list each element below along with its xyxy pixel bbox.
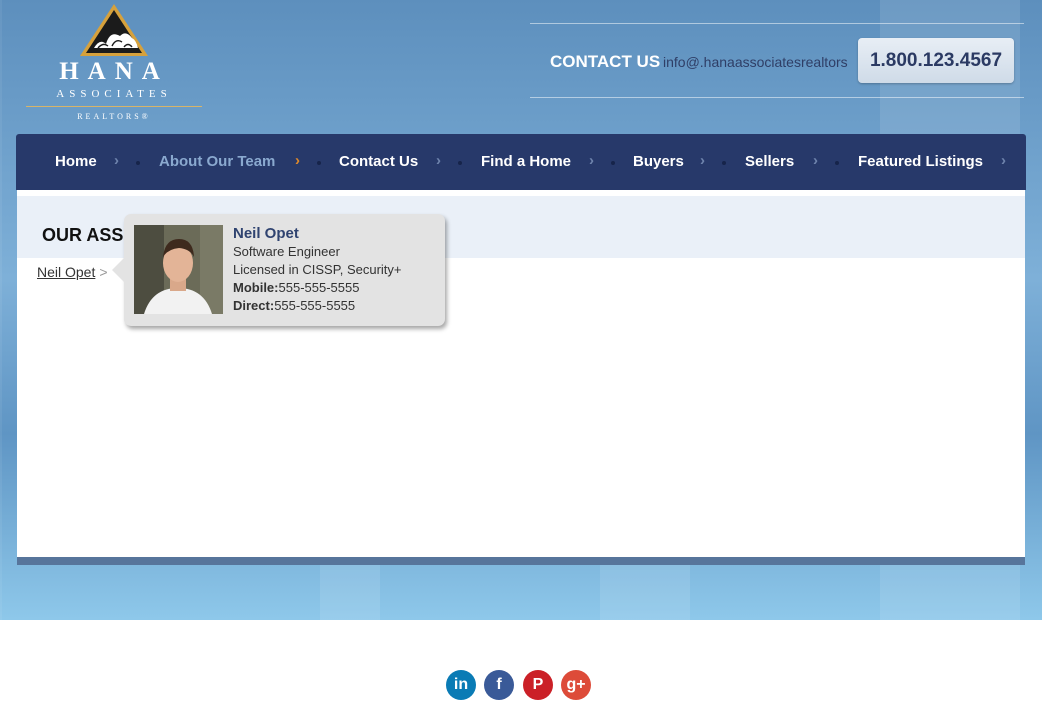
nav-separator-dot	[136, 161, 140, 165]
contact-us-label: CONTACT US	[550, 52, 661, 71]
nav-separator-dot	[317, 161, 321, 165]
profile-license: Licensed in CISSP, Security+	[233, 262, 402, 277]
contact-email-link[interactable]: info@.hanaassociatesrealtors	[663, 54, 848, 70]
profile-mobile: Mobile:555-555-5555	[233, 279, 402, 297]
mobile-label: Mobile:	[233, 280, 279, 295]
direct-number: 555-555-5555	[274, 298, 356, 313]
contact-divider-top	[530, 23, 1024, 24]
nav-item-find-a-home[interactable]: Find a Home	[481, 153, 571, 170]
chevron-right-icon: ›	[589, 152, 594, 169]
google-plus-glyph: g+	[566, 676, 586, 693]
nav-separator-dot	[835, 161, 839, 165]
profile-direct: Direct:555-555-5555	[233, 297, 402, 315]
chevron-right-icon: ›	[700, 152, 705, 169]
facebook-glyph: f	[496, 676, 502, 693]
chevron-right-icon: ›	[295, 152, 300, 169]
nav-item-sellers[interactable]: Sellers	[745, 153, 794, 170]
facebook-icon[interactable]: f	[484, 670, 514, 700]
profile-role: Software Engineer	[233, 244, 340, 259]
nav-separator-dot	[611, 161, 615, 165]
brand-tagline: REALTORS®	[77, 112, 151, 121]
profile-info: Neil Opet Software Engineer Licensed in …	[233, 225, 402, 315]
nav-item-about-our-team[interactable]: About Our Team	[159, 153, 275, 170]
pinterest-icon[interactable]: P	[523, 670, 553, 700]
wave-triangle-icon	[80, 4, 148, 56]
chevron-right-icon: ›	[1001, 152, 1006, 169]
phone-button[interactable]: 1.800.123.4567	[858, 38, 1014, 83]
breadcrumb-link-neil-opet[interactable]: Neil Opet	[37, 264, 95, 280]
breadcrumb-separator: >	[99, 264, 108, 280]
nav-separator-dot	[458, 161, 462, 165]
google-plus-icon[interactable]: g+	[561, 670, 591, 700]
main-nav: Home › About Our Team › Contact Us › Fin…	[16, 134, 1026, 190]
profile-photo	[134, 225, 223, 314]
nav-item-featured-listings[interactable]: Featured Listings	[858, 153, 983, 170]
brand-name: HANA	[59, 58, 169, 85]
direct-label: Direct:	[233, 298, 275, 313]
chevron-right-icon: ›	[436, 152, 441, 169]
nav-item-contact-us[interactable]: Contact Us	[339, 153, 418, 170]
nav-item-buyers[interactable]: Buyers	[633, 153, 684, 170]
profile-name: Neil Opet	[233, 225, 299, 242]
mobile-number: 555-555-5555	[278, 280, 360, 295]
breadcrumb: Neil Opet >	[37, 264, 108, 280]
pinterest-glyph: P	[532, 676, 544, 693]
profile-tooltip-card: Neil Opet Software Engineer Licensed in …	[112, 214, 445, 326]
linkedin-icon[interactable]: in	[446, 670, 476, 700]
contact-divider-bottom	[530, 97, 1024, 98]
chevron-right-icon: ›	[813, 152, 818, 169]
brand-sub: ASSOCIATES	[56, 88, 172, 100]
logo-divider	[26, 106, 202, 107]
nav-item-home[interactable]: Home	[55, 153, 97, 170]
chevron-right-icon: ›	[114, 152, 119, 169]
panel-bottom-bar	[17, 557, 1025, 565]
hana-logo[interactable]: HANA ASSOCIATES REALTORS®	[26, 2, 202, 124]
linkedin-glyph: in	[453, 676, 469, 693]
nav-separator-dot	[722, 161, 726, 165]
